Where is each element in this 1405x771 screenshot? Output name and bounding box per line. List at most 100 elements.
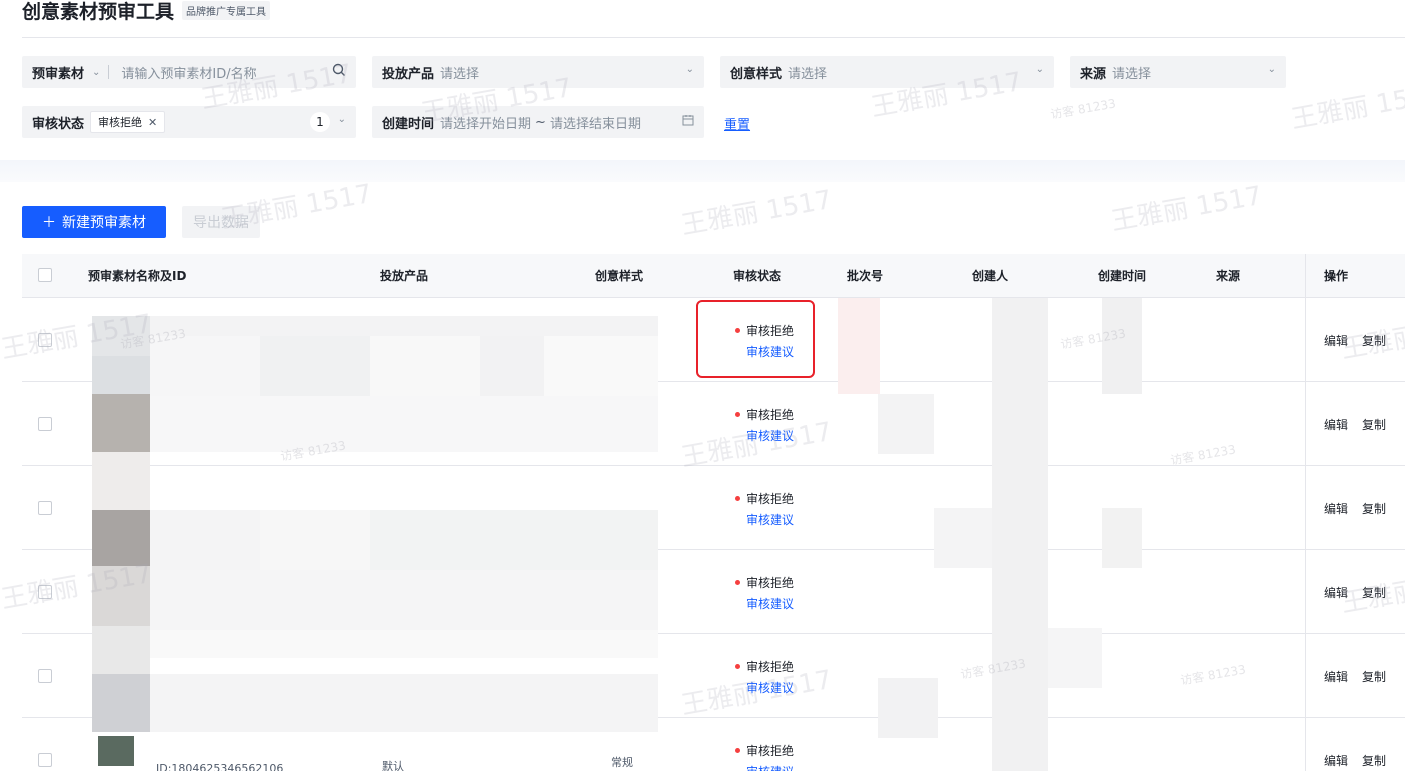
row-checkbox[interactable] bbox=[38, 753, 52, 767]
review-advice-link[interactable]: 审核建议 bbox=[746, 763, 815, 771]
row-actions: 编辑 复制 bbox=[1324, 500, 1386, 517]
status-filter-label: 审核状态 bbox=[32, 116, 85, 132]
status-text: 审核拒绝 bbox=[746, 492, 795, 506]
new-material-button[interactable]: ＋ 新建预审素材 bbox=[22, 206, 166, 238]
row-actions: 编辑 复制 bbox=[1324, 332, 1386, 349]
style-filter-placeholder: 请选择 bbox=[788, 66, 828, 82]
material-filter-label: 预审素材 bbox=[32, 66, 85, 82]
column-header: 批次号 bbox=[847, 269, 884, 283]
chevron-down-icon: ⌄ bbox=[685, 64, 694, 75]
created-filter-label: 创建时间 bbox=[382, 116, 435, 132]
status-text: 审核拒绝 bbox=[746, 744, 795, 758]
watermark: 王雅丽 1517 bbox=[678, 184, 835, 241]
plus-icon: ＋ bbox=[42, 215, 56, 231]
review-advice-link[interactable]: 审核建议 bbox=[746, 511, 815, 528]
status-text: 审核拒绝 bbox=[746, 660, 795, 674]
row-checkbox[interactable] bbox=[38, 417, 52, 431]
column-header: 创建时间 bbox=[1098, 269, 1147, 283]
review-status-cell: 审核拒绝 审核建议 bbox=[735, 658, 815, 696]
material-search-input[interactable]: 请输入预审素材ID/名称 bbox=[121, 63, 256, 82]
edit-link[interactable]: 编辑 bbox=[1324, 752, 1348, 769]
page-header: 创意素材预审工具 品牌推广专属工具 bbox=[22, 0, 271, 28]
review-advice-link[interactable]: 审核建议 bbox=[746, 679, 815, 696]
style-filter[interactable]: 创意样式 请选择 ⌄ bbox=[720, 56, 1054, 88]
page-tag: 品牌推广专属工具 bbox=[182, 0, 271, 20]
column-header: 投放产品 bbox=[380, 269, 429, 283]
status-filter[interactable]: 审核状态 审核拒绝 ✕ 1 ⌄ bbox=[22, 106, 356, 138]
row-actions: 编辑 复制 bbox=[1324, 752, 1386, 769]
row-checkbox[interactable] bbox=[38, 585, 52, 599]
review-status-cell: 审核拒绝 审核建议 bbox=[735, 490, 815, 528]
product-filter-placeholder: 请选择 bbox=[440, 66, 480, 82]
rejected-dot-icon bbox=[735, 496, 740, 501]
status-text: 审核拒绝 bbox=[746, 408, 795, 422]
chevron-down-icon: ⌄ bbox=[337, 114, 346, 125]
material-search-filter[interactable]: 预审素材 ⌄ 请输入预审素材ID/名称 bbox=[22, 56, 356, 88]
start-date-input[interactable]: 请选择开始日期 bbox=[440, 113, 531, 132]
date-separator: ~ bbox=[535, 114, 546, 130]
end-date-input[interactable]: 请选择结束日期 bbox=[550, 113, 641, 132]
search-icon[interactable] bbox=[332, 63, 346, 81]
copy-link[interactable]: 复制 bbox=[1362, 668, 1386, 685]
chevron-down-icon[interactable]: ⌄ bbox=[92, 67, 100, 78]
row-checkbox[interactable] bbox=[38, 333, 52, 347]
product-filter-label: 投放产品 bbox=[382, 66, 435, 82]
status-text: 审核拒绝 bbox=[746, 576, 795, 590]
review-advice-link[interactable]: 审核建议 bbox=[746, 595, 815, 612]
edit-link[interactable]: 编辑 bbox=[1324, 668, 1348, 685]
filter-divider bbox=[108, 65, 110, 79]
watermark: 王雅丽 1517 bbox=[1288, 78, 1405, 135]
row-actions: 编辑 复制 bbox=[1324, 416, 1386, 433]
column-header: 操作 bbox=[1324, 269, 1349, 283]
column-header: 审核状态 bbox=[733, 269, 782, 283]
rejected-dot-icon bbox=[735, 580, 740, 585]
copy-link[interactable]: 复制 bbox=[1362, 752, 1386, 769]
rejected-dot-icon bbox=[735, 748, 740, 753]
rejected-dot-icon bbox=[735, 664, 740, 669]
style-cell: 常规 bbox=[611, 756, 633, 769]
edit-link[interactable]: 编辑 bbox=[1324, 500, 1348, 517]
watermark: 访客 81233 bbox=[1049, 96, 1117, 122]
table-header: 预审素材名称及ID 投放产品 创意样式 审核状态 批次号 创建人 创建时间 来源… bbox=[22, 254, 1405, 298]
copy-link[interactable]: 复制 bbox=[1362, 584, 1386, 601]
status-count-badge: 1 bbox=[310, 112, 330, 132]
review-status-cell: 审核拒绝 审核建议 bbox=[735, 574, 815, 612]
watermark: 王雅丽 1517 bbox=[1108, 180, 1265, 237]
created-date-filter[interactable]: 创建时间 请选择开始日期 ~ 请选择结束日期 bbox=[372, 106, 704, 138]
reset-link[interactable]: 重置 bbox=[724, 114, 750, 133]
edit-link[interactable]: 编辑 bbox=[1324, 416, 1348, 433]
row-checkbox[interactable] bbox=[38, 501, 52, 515]
chevron-down-icon: ⌄ bbox=[1035, 64, 1044, 75]
export-button[interactable]: 导出数据 bbox=[182, 206, 260, 238]
highlight-box bbox=[696, 300, 815, 378]
copy-link[interactable]: 复制 bbox=[1362, 332, 1386, 349]
page-title: 创意素材预审工具 bbox=[22, 0, 175, 23]
close-icon[interactable]: ✕ bbox=[148, 116, 157, 129]
review-advice-link[interactable]: 审核建议 bbox=[746, 427, 815, 444]
row-actions: 编辑 复制 bbox=[1324, 584, 1386, 601]
column-header: 来源 bbox=[1216, 269, 1241, 283]
row-checkbox[interactable] bbox=[38, 669, 52, 683]
edit-link[interactable]: 编辑 bbox=[1324, 584, 1348, 601]
copy-link[interactable]: 复制 bbox=[1362, 500, 1386, 517]
header-divider bbox=[22, 37, 1405, 38]
column-header: 预审素材名称及ID bbox=[88, 269, 187, 283]
material-id: ID:1804625346562106 bbox=[156, 762, 284, 771]
column-header: 创建人 bbox=[972, 269, 1009, 283]
status-chip-label: 审核拒绝 bbox=[98, 116, 143, 129]
source-filter-placeholder: 请选择 bbox=[1112, 66, 1152, 82]
chevron-down-icon: ⌄ bbox=[1267, 64, 1276, 75]
redacted-meta-mosaic bbox=[838, 298, 1290, 771]
copy-link[interactable]: 复制 bbox=[1362, 416, 1386, 433]
redacted-content-mosaic bbox=[92, 298, 658, 771]
edit-link[interactable]: 编辑 bbox=[1324, 332, 1348, 349]
column-header: 创意样式 bbox=[595, 269, 644, 283]
status-chip[interactable]: 审核拒绝 ✕ bbox=[90, 111, 166, 133]
source-filter[interactable]: 来源 请选择 ⌄ bbox=[1070, 56, 1286, 88]
select-all-checkbox[interactable] bbox=[38, 268, 52, 282]
calendar-icon bbox=[682, 114, 694, 129]
product-filter[interactable]: 投放产品 请选择 ⌄ bbox=[372, 56, 704, 88]
new-material-label: 新建预审素材 bbox=[62, 215, 146, 231]
row-actions: 编辑 复制 bbox=[1324, 668, 1386, 685]
review-status-cell: 审核拒绝 审核建议 bbox=[735, 742, 815, 771]
